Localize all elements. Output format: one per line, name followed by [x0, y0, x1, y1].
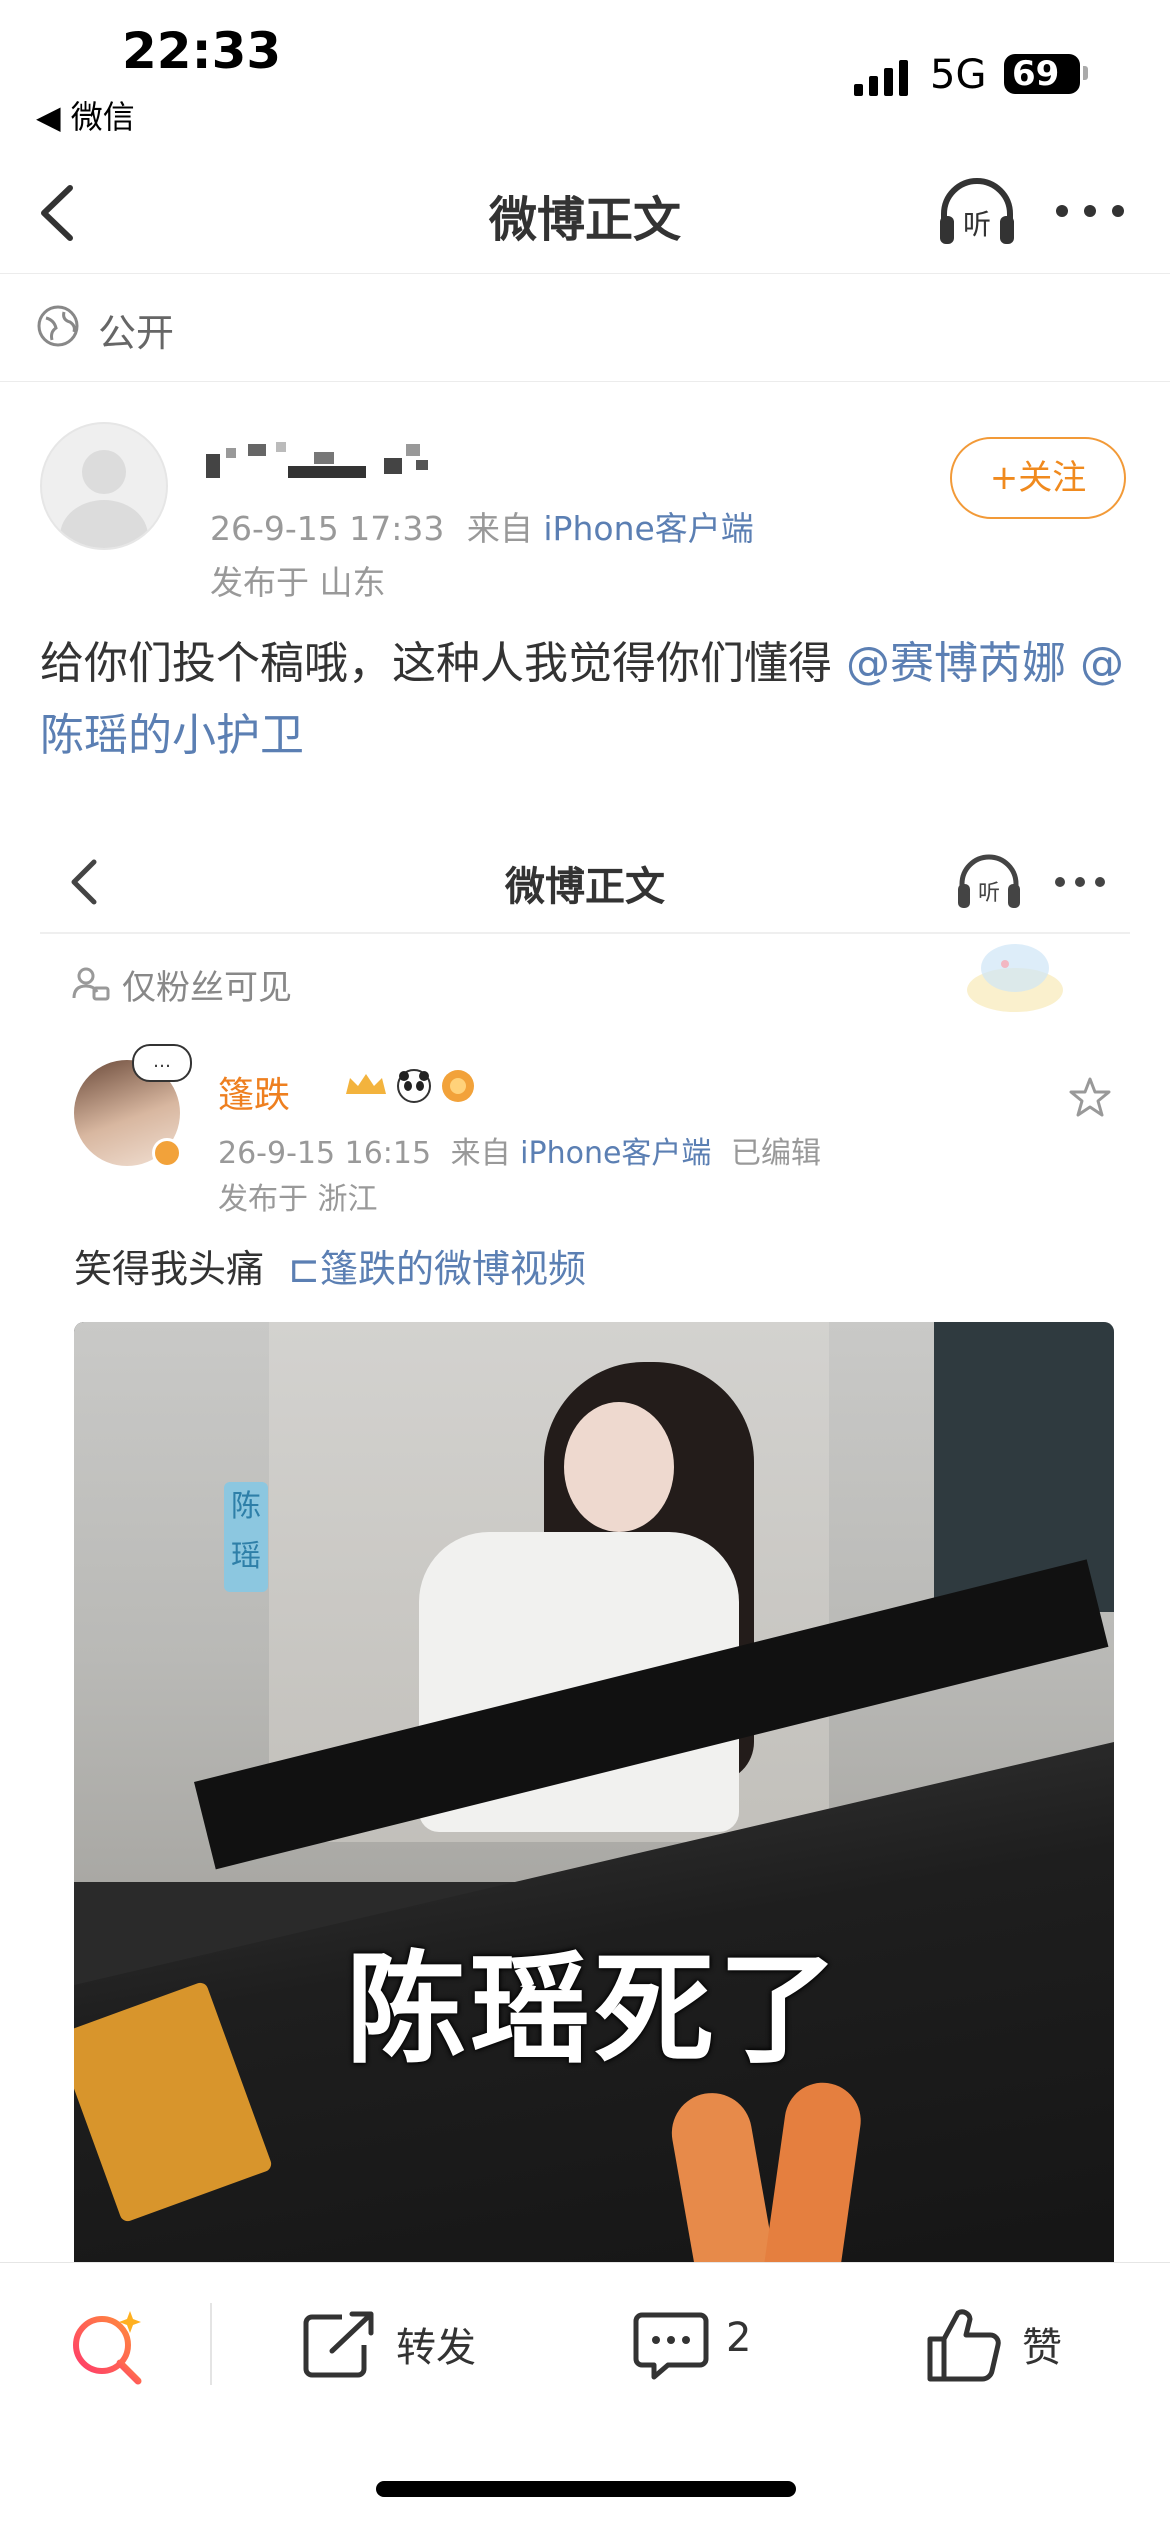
svg-text:听: 听: [978, 881, 1000, 906]
embedded-body-text: 笑得我头痛: [74, 1247, 265, 1291]
video-caption: 陈瑶死了: [346, 1941, 842, 2080]
video-link-icon: ⊏: [288, 1247, 320, 1291]
mention-link[interactable]: @赛博芮娜: [846, 638, 1066, 689]
embedded-meta: 26-9-15 16:15 来自 iPhone客户端 已编辑: [218, 1128, 821, 1172]
post-body: 给你们投个稿哦，这种人我觉得你们懂得 @赛博芮娜 @陈瑶的小护卫: [40, 628, 1140, 772]
embedded-location: 发布于 浙江: [218, 1182, 378, 1217]
visibility-row: 公开: [0, 274, 1170, 382]
author-avatar[interactable]: [40, 422, 168, 550]
more-options-icon[interactable]: [1050, 186, 1130, 236]
author-name-redacted[interactable]: [206, 440, 566, 490]
video-name-tag: 陈瑶: [224, 1482, 268, 1592]
edited-label: 已编辑: [730, 1136, 821, 1171]
source-prefix: 来自: [466, 509, 533, 548]
verified-badge-icon: [152, 1138, 182, 1168]
follow-button[interactable]: +关注: [950, 437, 1126, 519]
like-thumbs-up-icon[interactable]: [926, 2305, 1002, 2383]
like-label[interactable]: 赞: [1022, 2315, 1062, 2373]
video-person-face: [564, 1402, 674, 1532]
client-link[interactable]: iPhone客户端: [543, 509, 753, 548]
bottom-separator: [210, 2303, 212, 2385]
status-time: 22:33: [122, 22, 282, 80]
comment-count[interactable]: 2: [726, 2315, 751, 2361]
post-location: 发布于 山东: [210, 563, 386, 602]
signal-icon: [854, 60, 908, 96]
battery-icon: 69: [1004, 54, 1080, 94]
video-frame: 陈瑶 陈瑶死了: [74, 1322, 1114, 2270]
comment-icon[interactable]: [632, 2309, 710, 2383]
status-bar: 22:33 ◀ 微信 5G 69: [0, 0, 1170, 150]
embedded-client: iPhone客户端: [520, 1136, 712, 1171]
embedded-source-prefix: 来自: [450, 1136, 511, 1171]
embedded-screenshot[interactable]: 微博正文 听 仅粉丝可见 … 篷跌 26-9-15 16:15 来自 iPhon…: [40, 820, 1130, 2270]
favorite-star-icon: [1069, 1077, 1111, 1117]
embedded-more-icon: [1055, 877, 1105, 887]
bottom-action-bar: 转发 2 赞: [0, 2262, 1170, 2532]
post-timestamp: 26-9-15 17:33: [210, 509, 445, 548]
battery-tip: [1083, 66, 1088, 80]
globe-icon: [37, 305, 79, 347]
embedded-video-link: 篷跌的微博视频: [319, 1247, 586, 1291]
listen-headphones-icon[interactable]: 听: [936, 176, 1018, 248]
embedded-visibility-label: 仅粉丝可见: [122, 968, 292, 1008]
post-meta: 26-9-15 17:33 来自 iPhone客户端: [210, 502, 754, 550]
home-indicator: [376, 2481, 796, 2497]
repost-icon[interactable]: [302, 2309, 376, 2379]
member-badges-icon: [346, 1069, 474, 1103]
nav-bar: 微博正文 听: [0, 150, 1170, 274]
embedded-text: 笑得我头痛 ⊏篷跌的微博视频: [74, 1238, 586, 1293]
back-to-wechat-link[interactable]: ◀ 微信: [36, 92, 135, 138]
embedded-author-name: 篷跌: [218, 1075, 291, 1116]
svg-text:听: 听: [963, 208, 991, 241]
sticker-decoration-icon: [967, 944, 1063, 1012]
embedded-listen-icon: 听: [958, 854, 1020, 908]
post-text: 给你们投个稿哦，这种人我觉得你们懂得: [40, 638, 832, 689]
embedded-lock-people-icon: [72, 967, 110, 1001]
search-icon[interactable]: [68, 2305, 146, 2385]
embedded-timestamp: 26-9-15 16:15: [218, 1136, 432, 1171]
repost-label[interactable]: 转发: [396, 2315, 476, 2373]
default-avatar-icon: [60, 450, 148, 548]
network-label: 5G: [930, 52, 987, 98]
visibility-label: 公开: [98, 311, 175, 355]
avatar-speech-bubble: …: [132, 1044, 192, 1082]
